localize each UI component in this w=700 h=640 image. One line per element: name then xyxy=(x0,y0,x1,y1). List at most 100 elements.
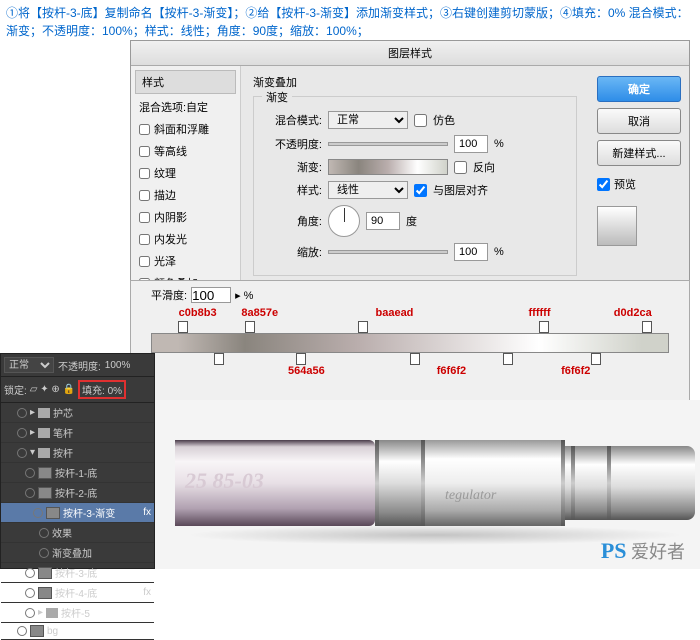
new-style-button[interactable]: 新建样式... xyxy=(597,140,681,166)
gradient-bar[interactable] xyxy=(151,333,669,353)
styles-header[interactable]: 样式 xyxy=(135,70,236,94)
opacity-input[interactable] xyxy=(454,135,488,153)
layer-item[interactable]: ▸按杆-5 xyxy=(1,603,154,623)
layer-thumb-icon xyxy=(30,625,44,637)
layer-item[interactable]: 效果 xyxy=(1,523,154,543)
color-label: ffffff xyxy=(529,307,551,319)
layer-mode-select[interactable]: 正常 xyxy=(4,357,54,373)
style-item[interactable]: 斜面和浮雕 xyxy=(135,118,236,140)
folder-icon xyxy=(38,428,50,438)
visibility-icon[interactable] xyxy=(17,448,27,458)
style-select[interactable]: 线性 xyxy=(328,181,408,199)
angle-dial[interactable] xyxy=(328,205,360,237)
color-label: f6f6f2 xyxy=(561,365,590,377)
gradient-stop-bottom[interactable] xyxy=(296,353,306,365)
group-label: 渐变 xyxy=(262,89,292,105)
lock-icons[interactable]: ▱ ✦ ⊕ 🔒 xyxy=(30,384,75,395)
scale-label: 缩放: xyxy=(262,244,322,260)
reverse-checkbox[interactable] xyxy=(454,161,467,174)
blend-mode-select[interactable]: 正常 xyxy=(328,111,408,129)
gradient-stop-bottom[interactable] xyxy=(214,353,224,365)
visibility-icon[interactable] xyxy=(17,626,27,636)
blend-options[interactable]: 混合选项:自定 xyxy=(135,96,236,118)
layer-item[interactable]: 按杆-2-底 xyxy=(1,483,154,503)
gradient-stop-top[interactable] xyxy=(539,321,549,333)
chevron-right-icon[interactable]: ▸ xyxy=(30,427,35,438)
ring-1 xyxy=(375,440,379,526)
visibility-icon[interactable] xyxy=(25,468,35,478)
layer-style-dialog: 图层样式 样式 混合选项:自定 斜面和浮雕等高线纹理描边内阴影内发光光泽颜色叠加… xyxy=(130,40,690,299)
gradient-stop-bottom[interactable] xyxy=(503,353,513,365)
settings-area: 渐变叠加 渐变 混合模式: 正常 仿色 不透明度: % 渐变: 反向 xyxy=(241,66,589,298)
preview-checkbox[interactable] xyxy=(597,178,610,191)
layer-thumb-icon xyxy=(46,507,60,519)
folder-icon xyxy=(38,408,50,418)
gradient-preview[interactable] xyxy=(328,159,448,175)
cancel-button[interactable]: 取消 xyxy=(597,108,681,134)
gradient-stop-top[interactable] xyxy=(245,321,255,333)
visibility-icon[interactable] xyxy=(17,408,27,418)
style-item[interactable]: 纹理 xyxy=(135,162,236,184)
dither-label: 仿色 xyxy=(433,112,455,128)
visibility-icon[interactable] xyxy=(17,428,27,438)
layer-item[interactable]: 按杆-3-渐变fx xyxy=(1,503,154,523)
style-item[interactable]: 等高线 xyxy=(135,140,236,162)
blend-mode-label: 混合模式: xyxy=(262,112,322,128)
preview-swatch xyxy=(597,206,637,246)
visibility-icon[interactable] xyxy=(39,528,49,538)
layer-item[interactable]: 按杆-1-底 xyxy=(1,463,154,483)
gradient-stop-top[interactable] xyxy=(358,321,368,333)
layer-item[interactable]: bg xyxy=(1,623,154,640)
gradient-stop-top[interactable] xyxy=(178,321,188,333)
ring-5 xyxy=(607,446,611,520)
ok-button[interactable]: 确定 xyxy=(597,76,681,102)
angle-input[interactable] xyxy=(366,212,400,230)
ring-4 xyxy=(571,446,575,520)
angle-unit: 度 xyxy=(406,213,417,229)
layer-item[interactable]: 渐变叠加 xyxy=(1,543,154,563)
opacity-slider[interactable] xyxy=(328,142,448,146)
style-item[interactable]: 光泽 xyxy=(135,250,236,272)
layer-opacity-value[interactable]: 100% xyxy=(105,360,131,371)
layer-name: 渐变叠加 xyxy=(52,545,92,560)
align-checkbox[interactable] xyxy=(414,184,427,197)
chevron-right-icon[interactable]: ▸ xyxy=(30,407,35,418)
style-item[interactable]: 描边 xyxy=(135,184,236,206)
visibility-icon[interactable] xyxy=(25,568,35,578)
color-label: 564a56 xyxy=(288,365,325,377)
visibility-icon[interactable] xyxy=(25,608,35,618)
fx-badge[interactable]: fx xyxy=(143,587,151,598)
percent-label-2: % xyxy=(494,246,504,258)
layer-name: 护芯 xyxy=(53,405,73,420)
gradient-stop-top[interactable] xyxy=(642,321,652,333)
visibility-icon[interactable] xyxy=(39,548,49,558)
align-label: 与图层对齐 xyxy=(433,182,488,198)
layer-opacity-label: 不透明度: xyxy=(58,358,101,373)
fill-value[interactable]: 0% xyxy=(108,386,122,397)
layer-name: 效果 xyxy=(52,525,72,540)
layer-item[interactable]: ▸ 护芯 xyxy=(1,403,154,423)
color-label: f6f6f2 xyxy=(437,365,466,377)
instruction-text: ①将【按杆-3-底】复制命名【按杆-3-渐变】；②给【按杆-3-渐变】添加渐变样… xyxy=(0,0,700,44)
pen-text-serial: 25 85-03 xyxy=(185,468,264,494)
scale-slider[interactable] xyxy=(328,250,448,254)
gradient-stop-bottom[interactable] xyxy=(591,353,601,365)
angle-label: 角度: xyxy=(262,213,322,229)
style-item[interactable]: 内发光 xyxy=(135,228,236,250)
visibility-icon[interactable] xyxy=(33,508,43,518)
chevron-down-icon[interactable]: ▾ xyxy=(30,447,35,458)
smoothness-input[interactable] xyxy=(191,287,231,303)
layer-item[interactable]: 按杆-4-底fx xyxy=(1,583,154,603)
visibility-icon[interactable] xyxy=(25,588,35,598)
chevron-right-icon[interactable]: ▸ xyxy=(38,607,43,618)
layer-item[interactable]: 按杆-3-底 xyxy=(1,563,154,583)
fx-badge[interactable]: fx xyxy=(143,507,151,518)
style-item[interactable]: 内阴影 xyxy=(135,206,236,228)
layer-item[interactable]: ▸笔杆 xyxy=(1,423,154,443)
dither-checkbox[interactable] xyxy=(414,114,427,127)
gradient-editor: 平滑度: ▸ % c0b8b38a857ebaaeadffffffd0d2ca … xyxy=(130,280,690,410)
layer-item[interactable]: ▾按杆 xyxy=(1,443,154,463)
gradient-stop-bottom[interactable] xyxy=(410,353,420,365)
visibility-icon[interactable] xyxy=(25,488,35,498)
scale-input[interactable] xyxy=(454,243,488,261)
